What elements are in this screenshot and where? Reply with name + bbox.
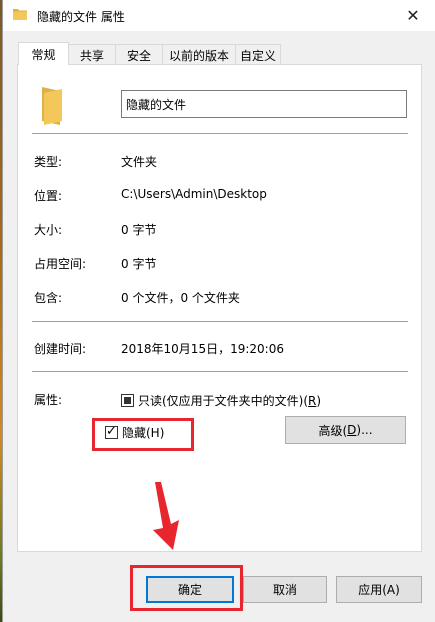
folder-name-input[interactable] [121,90,407,118]
folder-icon [42,87,62,125]
size-on-disk-value: 0 字节 [121,257,157,271]
tab-security[interactable]: 安全 [115,44,163,65]
red-arrow-icon [153,482,179,550]
close-button[interactable]: ✕ [390,0,435,31]
properties-dialog: 隐藏的文件 属性 ✕ 常规 共享 安全 以前的版本 自定义 类型: 文件夹 位置… [2,0,435,622]
readonly-label[interactable]: 只读(仅应用于文件夹中的文件)(R) [138,392,321,409]
readonly-checkbox[interactable] [121,394,134,407]
tab-sharing[interactable]: 共享 [68,44,116,65]
attributes-label: 属性: [34,393,63,407]
title-bar[interactable]: 隐藏的文件 属性 ✕ [3,0,435,31]
size-on-disk-label: 占用空间: [34,257,87,271]
ok-button[interactable]: 确定 [146,576,234,603]
close-icon: ✕ [406,6,420,25]
general-panel: 类型: 文件夹 位置: C:\Users\Admin\Desktop 大小: 0… [17,64,422,552]
location-value: C:\Users\Admin\Desktop [121,187,267,201]
window-title: 隐藏的文件 属性 [37,10,125,24]
created-value: 2018年10月15日，19:20:06 [121,342,284,356]
contains-value: 0 个文件，0 个文件夹 [121,291,240,305]
tab-customize[interactable]: 自定义 [235,44,281,65]
contains-label: 包含: [34,291,63,305]
separator [32,371,408,372]
type-label: 类型: [34,155,63,169]
apply-button[interactable]: 应用(A) [336,576,422,603]
location-label: 位置: [34,189,63,203]
highlight-box-hidden [92,418,194,451]
tab-previous-versions[interactable]: 以前的版本 [162,44,236,65]
advanced-button[interactable]: 高级(D)... [285,416,406,444]
type-value: 文件夹 [121,155,158,169]
folder-icon [13,9,27,20]
size-value: 0 字节 [121,223,157,237]
size-label: 大小: [34,223,63,237]
separator [32,133,408,134]
created-label: 创建时间: [34,342,87,356]
tab-general[interactable]: 常规 [18,42,69,65]
separator [32,321,408,322]
cancel-button[interactable]: 取消 [243,576,327,603]
